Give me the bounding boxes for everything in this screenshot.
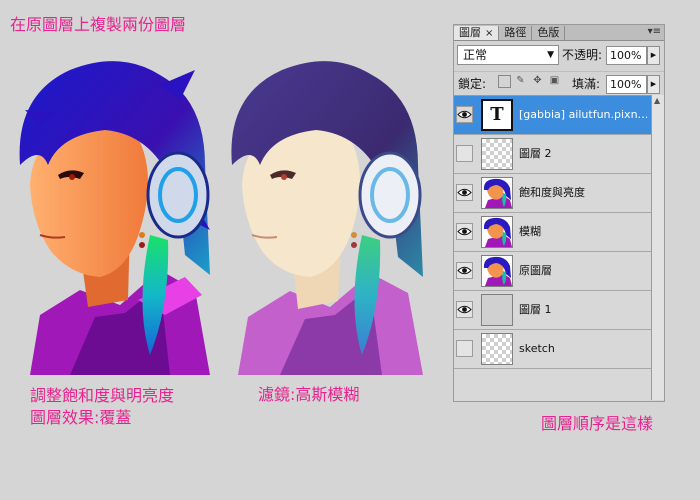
fill-label: 填滿: (572, 77, 601, 91)
blend-opacity-row: 正常 ▼ 不透明: 100% ▶ (454, 45, 664, 67)
lock-move-icon[interactable]: ✥ (532, 75, 543, 86)
layer-name: 模糊 (519, 225, 541, 238)
portrait-thumbnail (481, 216, 513, 248)
layer-row[interactable]: T [gabbia] ailutfun.pixn… (454, 96, 651, 135)
caption-adjustment: 調整飽和度與明亮度 圖層效果:覆蓋 (30, 385, 174, 429)
tab-paths[interactable]: 路徑 (499, 26, 533, 40)
eye-icon[interactable] (456, 223, 473, 240)
lock-all-icon[interactable]: ▣ (549, 75, 560, 86)
transparent-thumbnail (481, 138, 513, 170)
caption-layer-order: 圖層順序是這樣 (541, 414, 654, 433)
chevron-down-icon: ▼ (547, 50, 554, 60)
layer-row[interactable]: sketch (454, 330, 651, 369)
portrait-thumbnail (481, 177, 513, 209)
layer-name: [gabbia] ailutfun.pixn… (519, 108, 647, 121)
fill-input[interactable]: 100% (606, 75, 647, 94)
opacity-slider-button[interactable]: ▶ (647, 46, 660, 65)
layers-panel: 圖層 × 路徑 色版 ▾≡ 正常 ▼ 不透明: 100% ▶ 鎖定: ✎ ✥ ▣ … (453, 24, 665, 402)
lock-fill-row: 鎖定: ✎ ✥ ▣ 填滿: 100% ▶ (454, 71, 664, 94)
scroll-up-icon[interactable]: ▲ (654, 96, 660, 105)
blend-mode-value: 正常 (463, 48, 488, 62)
panel-tab-bar: 圖層 × 路徑 色版 ▾≡ (454, 25, 664, 41)
layer-name: 原圖層 (519, 264, 552, 277)
lock-transparency-icon[interactable] (498, 75, 511, 88)
layer-row[interactable]: 圖層 2 (454, 135, 651, 174)
layer-row[interactable]: 原圖層 (454, 252, 651, 291)
portrait-thumbnail (481, 255, 513, 287)
lock-brush-icon[interactable]: ✎ (515, 75, 526, 86)
eye-icon[interactable] (456, 184, 473, 201)
illustration-saturated (19, 61, 210, 375)
layer-name: 圖層 1 (519, 303, 552, 316)
transparent-thumbnail (481, 333, 513, 365)
tab-channels[interactable]: 色版 (532, 26, 566, 40)
caption-adjustment-line1: 調整飽和度與明亮度 (30, 386, 175, 405)
visibility-toggle-empty[interactable] (456, 340, 473, 357)
close-icon[interactable]: × (485, 28, 493, 39)
caption-gaussian-blur: 濾鏡:高斯模糊 (258, 385, 360, 404)
tab-layers-label: 圖層 (459, 26, 481, 39)
illustration-blurred (231, 61, 423, 375)
layer-row[interactable]: 飽和度與亮度 (454, 174, 651, 213)
opacity-label: 不透明: (562, 48, 603, 62)
layer-name: 圖層 2 (519, 147, 552, 160)
opacity-input[interactable]: 100% (606, 46, 647, 65)
layers-list: T [gabbia] ailutfun.pixn… 圖層 2 飽和度與亮度 模糊原圖層圖… (454, 95, 651, 401)
caption-duplicate-layers: 在原圖層上複製兩份圖層 (10, 15, 187, 34)
tab-layers[interactable]: 圖層 × (454, 26, 500, 40)
blend-mode-select[interactable]: 正常 ▼ (457, 45, 559, 65)
layer-name: 飽和度與亮度 (519, 186, 585, 199)
layers-scrollbar[interactable]: ▲ (651, 95, 664, 400)
text-layer-icon: T (481, 99, 513, 131)
visibility-toggle-empty[interactable] (456, 145, 473, 162)
layer-row[interactable]: 模糊 (454, 213, 651, 252)
panel-menu-icon[interactable]: ▾≡ (648, 26, 661, 37)
eye-icon[interactable] (456, 106, 473, 123)
eye-icon[interactable] (456, 262, 473, 279)
layer-name: sketch (519, 342, 555, 355)
lock-label: 鎖定: (458, 77, 487, 91)
layer-row[interactable]: 圖層 1 (454, 291, 651, 330)
solid-thumbnail (481, 294, 513, 326)
eye-icon[interactable] (456, 301, 473, 318)
caption-adjustment-line2: 圖層效果:覆蓋 (30, 408, 132, 427)
fill-slider-button[interactable]: ▶ (647, 75, 660, 94)
